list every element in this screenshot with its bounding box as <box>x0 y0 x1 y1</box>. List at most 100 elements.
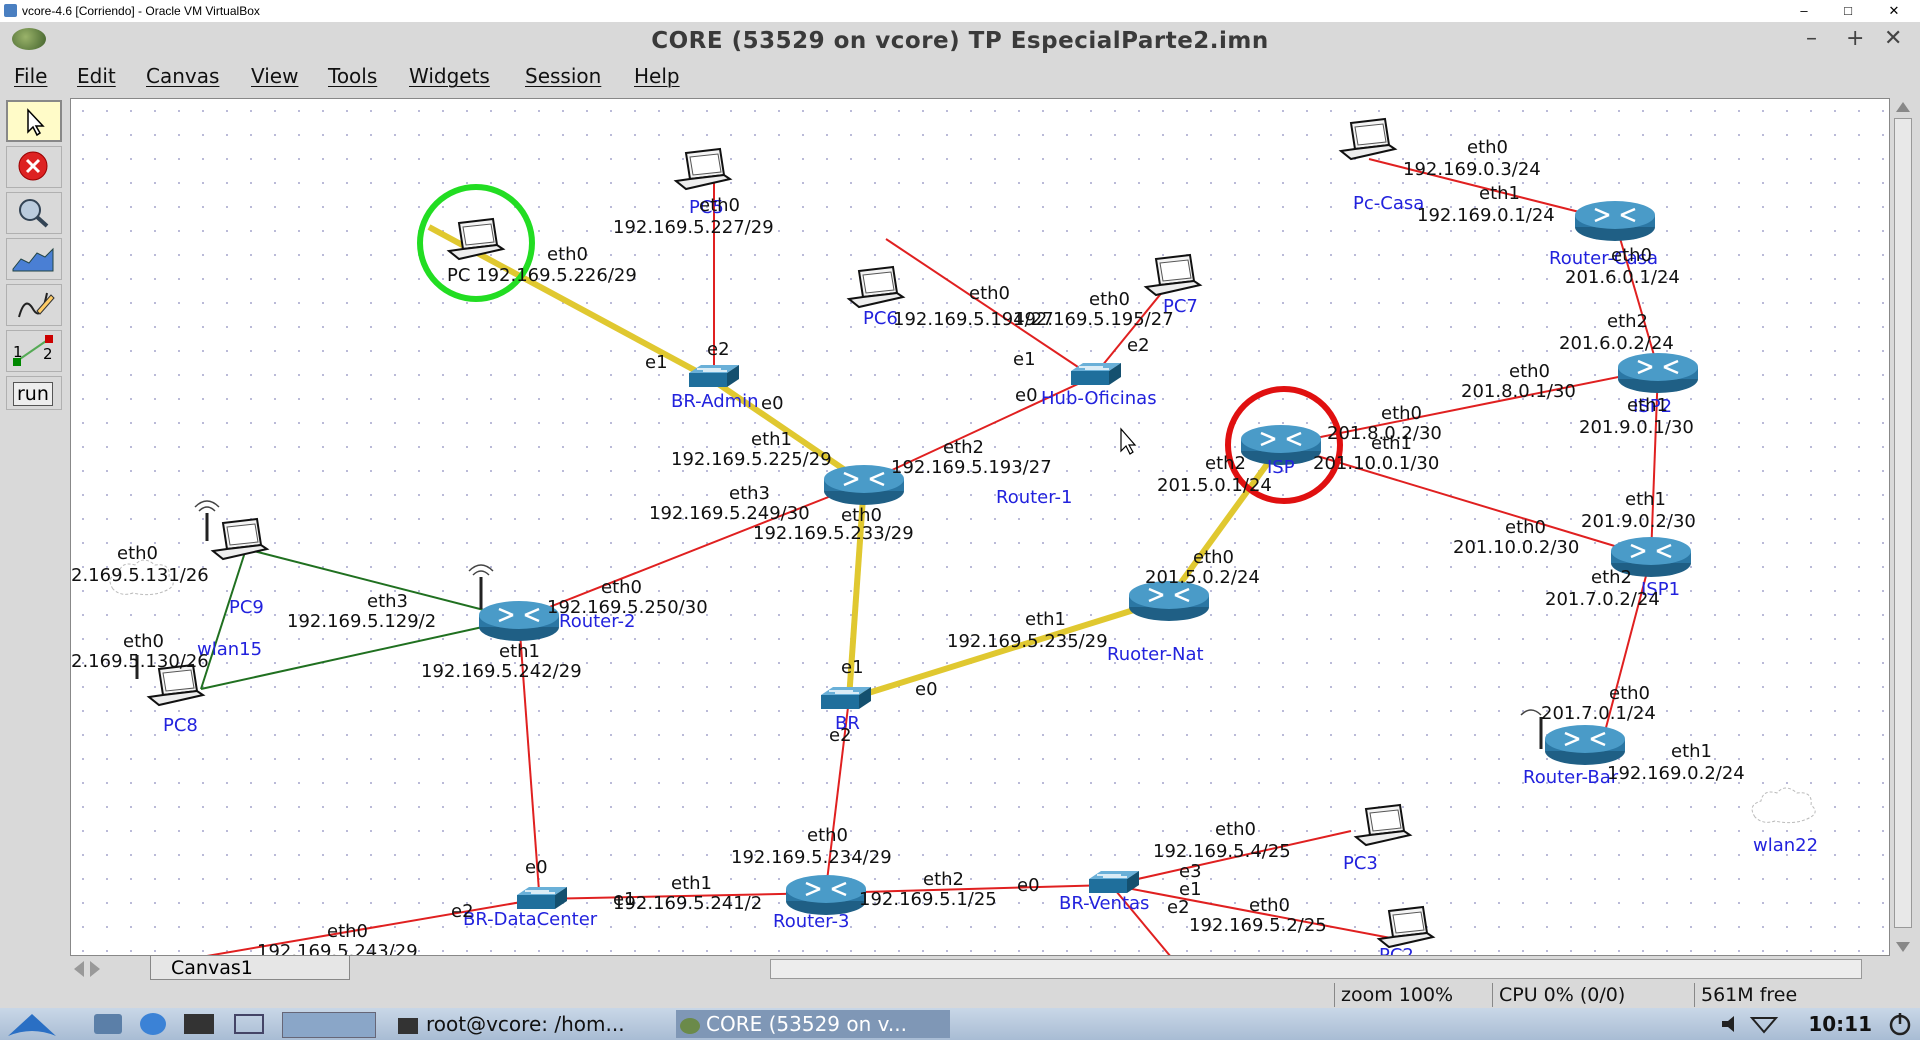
laptop-icon-pc6[interactable] <box>848 266 904 308</box>
workspace-switcher[interactable] <box>282 1012 376 1038</box>
iface-label: e0 <box>525 857 548 878</box>
laptop-icon-pc5[interactable] <box>675 148 731 190</box>
iface-label: eth1 <box>1371 433 1412 454</box>
menu-widgets[interactable]: Widgets <box>409 64 490 88</box>
router-icon-router-casa[interactable] <box>1573 199 1657 243</box>
menu-file[interactable]: File <box>14 64 47 88</box>
wifi-icon-router-bar <box>1520 709 1542 716</box>
vbox-minimize-button[interactable]: – <box>1784 0 1824 22</box>
iface-label: 192.169.5.233/29 <box>753 523 914 544</box>
switch-icon-br-datacenter[interactable] <box>516 886 568 910</box>
laptop-icon-pc-casa[interactable] <box>1340 118 1396 160</box>
pointer-icon <box>27 108 45 137</box>
vbox-maximize-button[interactable]: □ <box>1828 0 1868 22</box>
iface-label: eth1 <box>1625 489 1666 510</box>
terminal-icon <box>398 1017 418 1034</box>
router-icon-isp2[interactable] <box>1616 351 1700 395</box>
iface-label: 192.169.5.249/30 <box>649 503 810 524</box>
menu-help[interactable]: Help <box>634 64 680 88</box>
hub-icon-hub-oficinas[interactable] <box>1070 362 1122 386</box>
core-minimize-button[interactable]: – <box>1806 26 1817 51</box>
iface-label: 192.169.5.2/25 <box>1189 915 1327 936</box>
iface-label: 192.169.5.242/29 <box>421 661 582 682</box>
laptop-icon-pc2[interactable] <box>1378 906 1434 948</box>
iface-label: eth1 <box>1627 395 1668 416</box>
taskbar-core-window[interactable]: CORE (53529 on v... <box>676 1010 950 1038</box>
zoom-tool-button[interactable] <box>6 192 62 234</box>
run-tool-button[interactable]: run <box>6 376 62 410</box>
switch-icon-br-ventas[interactable] <box>1088 870 1140 894</box>
cloud-icon-wlan22[interactable] <box>1751 787 1816 824</box>
core-close-button[interactable]: ✕ <box>1884 26 1902 51</box>
vbox-close-button[interactable]: ✕ <box>1874 0 1914 22</box>
scroll-up-icon[interactable] <box>1890 98 1916 116</box>
core-titlebar: CORE (53529 on vcore) TP EspecialParte2.… <box>0 22 1920 58</box>
menu-session[interactable]: Session <box>525 64 601 88</box>
menu-edit[interactable]: Edit <box>77 64 116 88</box>
iface-label: 192.169.5.129/2 <box>287 611 436 632</box>
router-icon-router-3[interactable] <box>784 873 868 917</box>
menu-tools[interactable]: Tools <box>328 64 377 88</box>
power-icon[interactable] <box>1886 1010 1914 1038</box>
windows-icon[interactable] <box>234 1014 264 1034</box>
menu-bar: File Edit Canvas View Tools Widgets Sess… <box>0 58 1920 94</box>
iface-label: 192.169.5.225/29 <box>671 449 832 470</box>
vertical-scroll-thumb[interactable] <box>1894 118 1912 928</box>
laptop-icon-pc3[interactable] <box>1355 804 1411 846</box>
run-label: run <box>13 382 53 406</box>
magnifier-icon <box>19 199 49 228</box>
iface-label: eth0 <box>969 283 1010 304</box>
iface-label: 192.169.5.4/25 <box>1153 841 1291 862</box>
stop-tool-button[interactable] <box>6 146 62 188</box>
iface-label: eth2 <box>1591 567 1632 588</box>
iface-label: eth0 <box>1215 819 1256 840</box>
tab-nav-arrows-icon[interactable] <box>70 957 130 981</box>
topology-diagram: PC5 PC6 PC7 Pc-Casa Router-Casa BR-Admin… <box>71 118 1818 955</box>
menu-canvas[interactable]: Canvas <box>146 64 219 88</box>
iface-label: eth1 <box>499 641 540 662</box>
iface-label: 201.9.0.1/30 <box>1579 417 1694 438</box>
terminal-launcher-icon[interactable] <box>184 1014 214 1034</box>
iface-label: 192.169.5.195/27 <box>1013 309 1174 330</box>
iface-label: eth0 <box>601 577 642 598</box>
vertical-scrollbar[interactable] <box>1890 98 1916 956</box>
iface-label: e2 <box>707 339 730 360</box>
browser-icon[interactable] <box>140 1013 166 1035</box>
throughput-tool-button[interactable] <box>6 238 62 280</box>
link-tool-button[interactable]: 1 2 <box>6 330 62 372</box>
switch-icon-br[interactable] <box>820 686 872 710</box>
iface-label: eth0 <box>1089 289 1130 310</box>
volume-network-icon[interactable] <box>1718 1012 1782 1036</box>
node-name-br-ventas: BR-Ventas <box>1059 893 1149 914</box>
links-layer <box>200 158 1659 955</box>
link-icon: 1 2 <box>13 335 53 366</box>
iface-label: 192.169.5.227/29 <box>613 217 774 238</box>
iface-label: 201.8.0.1/30 <box>1461 381 1576 402</box>
router-icon-router-bar[interactable] <box>1543 723 1627 767</box>
select-tool-button[interactable] <box>6 100 62 142</box>
tab-canvas1[interactable]: Canvas1 <box>150 956 350 980</box>
taskbar-terminal-window[interactable]: root@vcore: /hom... <box>398 1010 660 1038</box>
chart-area-icon <box>12 247 54 272</box>
iface-label: 192.169.0.1/24 <box>1417 205 1555 226</box>
iface-label: eth0 <box>1505 517 1546 538</box>
iface-label: 201.5.0.1/24 <box>1157 475 1272 496</box>
iface-label: 192.169.0.3/24 <box>1403 159 1541 180</box>
file-manager-icon[interactable] <box>94 1014 122 1034</box>
horizontal-scrollbar[interactable] <box>770 959 1862 979</box>
iface-label: e0 <box>915 679 938 700</box>
iface-label: eth1 <box>751 429 792 450</box>
annotation-tool-button[interactable] <box>6 284 62 326</box>
node-name-wlan22: wlan22 <box>1753 835 1818 856</box>
start-menu-icon[interactable] <box>0 1008 70 1040</box>
pencil-icon <box>18 292 55 318</box>
scroll-down-icon[interactable] <box>1890 938 1916 956</box>
menu-view[interactable]: View <box>251 64 298 88</box>
core-maximize-button[interactable]: + <box>1846 26 1864 51</box>
devices-layer <box>109 118 1816 948</box>
stop-icon <box>18 151 48 181</box>
network-canvas[interactable]: PC5 PC6 PC7 Pc-Casa Router-Casa BR-Admin… <box>70 98 1890 956</box>
switch-icon-br-admin[interactable] <box>688 364 740 388</box>
laptop-icon-pc7[interactable] <box>1145 254 1201 296</box>
iface-label: e2 <box>1167 897 1190 918</box>
